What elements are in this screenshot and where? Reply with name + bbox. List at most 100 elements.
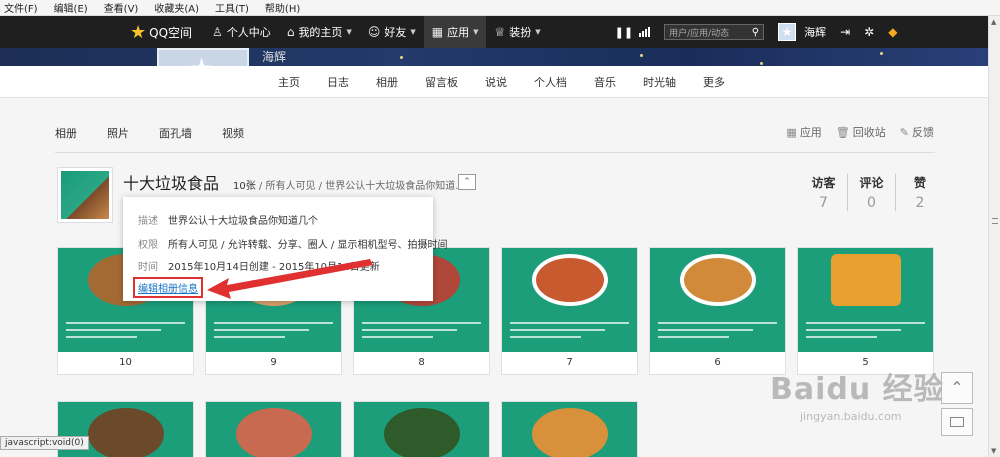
feedback-float-button[interactable] (941, 408, 973, 436)
tab-home[interactable]: 主页 (278, 74, 300, 90)
photo-card[interactable]: 7 (501, 247, 638, 375)
album-desc-short: 世界公认十大垃圾食品你知道... (325, 181, 465, 192)
album-meta: 10张 / 所有人可见 / 世界公认十大垃圾食品你知道... (233, 181, 465, 192)
logout-icon[interactable]: ⇥ (840, 25, 850, 39)
apps-icon: ▦ (786, 125, 797, 139)
photo-card[interactable] (205, 401, 342, 457)
photo-number: 6 (714, 357, 721, 368)
photo-card[interactable]: 5 (797, 247, 934, 375)
nav-my-home[interactable]: ⌂ 我的主页 ▼ (279, 16, 360, 48)
nav-personal-center[interactable]: ♙ 个人中心 (204, 16, 279, 48)
logo-text: QQ空间 (149, 25, 193, 40)
apps-label: 应用 (799, 126, 822, 139)
scroll-grip[interactable] (992, 218, 998, 224)
nav-label: 应用 (447, 26, 470, 39)
browser-menubar: 文件(F) 编辑(E) 查看(V) 收藏夹(A) 工具(T) 帮助(H) (0, 0, 1000, 16)
signal-bars-icon[interactable] (639, 27, 651, 37)
tab-shuoshuo[interactable]: 说说 (485, 74, 507, 90)
photo-count: 10张 (233, 181, 256, 192)
shirt-icon: ♕ (494, 25, 506, 39)
nav-label: 好友 (384, 26, 407, 39)
album-title: 十大垃圾食品 (123, 174, 220, 193)
banner-name: 海辉 (262, 50, 287, 64)
username[interactable]: 海辉 (804, 24, 826, 40)
trash-icon: 🗑 (835, 125, 850, 139)
menu-tools[interactable]: 工具(T) (215, 0, 249, 15)
home-icon: ⌂ (286, 25, 295, 39)
search-input[interactable]: 用户/应用/动态 ⚲ (664, 24, 765, 40)
edit-album-info-link[interactable]: 编辑相册信息 (133, 277, 203, 298)
caret-down-icon: ▼ (535, 28, 541, 36)
photo-card[interactable]: 6 (649, 247, 786, 375)
apps-button[interactable]: ▦ 应用 (786, 124, 821, 140)
photo-card[interactable] (501, 401, 638, 457)
stat-likes[interactable]: 赞 2 (896, 174, 944, 211)
scroll-down-icon[interactable]: ▼ (991, 447, 996, 455)
subtab-photos[interactable]: 照片 (107, 125, 129, 141)
photo-number: 10 (119, 357, 132, 368)
album-cover-thumb[interactable] (57, 167, 113, 223)
popup-desc-row: 描述 世界公认十大垃圾食品你知道几个 (138, 216, 318, 227)
album-actions: ▦ 应用 🗑 回收站 ✎ 反馈 (772, 124, 934, 140)
top-navigation: ★ QQ空间 ♙ 个人中心 ⌂ 我的主页 ▼ ☺ 好友 ▼ ▦ 应用 ▼ ♕ 装… (0, 16, 988, 48)
message-icon (950, 417, 964, 427)
tab-music[interactable]: 音乐 (594, 74, 616, 90)
star-logo-icon: ★ (130, 21, 147, 43)
nav-friends[interactable]: ☺ 好友 ▼ (360, 16, 424, 48)
subtab-albums[interactable]: 相册 (55, 125, 77, 141)
apps-grid-icon: ▦ (431, 25, 444, 39)
feedback-button[interactable]: ✎ 反馈 (900, 124, 934, 140)
scrollbar[interactable]: ▲ ▼ (988, 16, 1000, 457)
stat-visitors[interactable]: 访客 7 (800, 174, 848, 211)
caret-down-icon: ▼ (473, 28, 479, 36)
nav-label: 我的主页 (298, 26, 343, 39)
photo-number: 9 (270, 357, 277, 368)
gear-icon[interactable]: ✲ (864, 25, 874, 39)
caret-down-icon: ▼ (410, 28, 416, 36)
collapse-button[interactable]: ⌃ (458, 174, 476, 190)
subtab-videos[interactable]: 视频 (222, 125, 244, 141)
scroll-up-icon[interactable]: ▲ (991, 18, 996, 26)
popup-perm-row: 权限 所有人可见 / 允许转载、分享、圈人 / 显示相机型号、拍摄时间 (138, 240, 448, 251)
tab-timeline[interactable]: 时光轴 (643, 74, 676, 90)
qzone-logo[interactable]: ★ QQ空间 (130, 22, 192, 43)
profile-tabs: 主页 日志 相册 留言板 说说 个人档 音乐 时光轴 更多 (0, 66, 988, 98)
photo-number: 7 (566, 357, 573, 368)
person-icon: ♙ (212, 25, 223, 39)
nav-apps[interactable]: ▦ 应用 ▼ (423, 16, 487, 48)
album-stats: 访客 7 评论 0 赞 2 (800, 174, 944, 211)
chevron-up-icon: ⌃ (950, 378, 964, 397)
album-subtabs: 相册 照片 面孔墙 视频 (55, 125, 274, 141)
red-arrow-annotation (207, 259, 373, 299)
feedback-icon: ✎ (899, 125, 909, 139)
tab-guestbook[interactable]: 留言板 (425, 74, 458, 90)
tab-profile[interactable]: 个人档 (534, 74, 567, 90)
browser-status-bar: javascript:void(0) (0, 436, 89, 450)
pause-icon[interactable]: ❚❚ (615, 26, 633, 39)
recycle-bin-button[interactable]: 🗑 回收站 (836, 124, 886, 140)
menu-file[interactable]: 文件(F) (4, 0, 38, 15)
menu-help[interactable]: 帮助(H) (265, 0, 300, 15)
baidu-watermark: Baidu 经验 jingyan.baidu.com (770, 372, 945, 423)
tab-blog[interactable]: 日志 (327, 74, 349, 90)
search-placeholder: 用户/应用/动态 (669, 28, 730, 39)
stat-comments[interactable]: 评论 0 (848, 174, 896, 211)
back-to-top-button[interactable]: ⌃ (941, 372, 973, 404)
feedback-label: 反馈 (912, 126, 934, 139)
menu-edit[interactable]: 编辑(E) (54, 0, 88, 15)
search-icon[interactable]: ⚲ (752, 27, 759, 38)
menu-view[interactable]: 查看(V) (104, 0, 139, 15)
menu-favorites[interactable]: 收藏夹(A) (154, 0, 199, 15)
friends-icon: ☺ (367, 25, 381, 39)
nav-decorate[interactable]: ♕ 装扮 ▼ (486, 16, 548, 48)
nav-label: 个人中心 (226, 26, 271, 39)
recycle-bin-label: 回收站 (852, 126, 886, 139)
photo-card[interactable] (353, 401, 490, 457)
subtab-faces[interactable]: 面孔墙 (159, 125, 192, 141)
avatar[interactable]: ★ (778, 23, 797, 41)
caret-down-icon: ▼ (346, 28, 352, 36)
tab-more[interactable]: 更多 (703, 74, 725, 90)
photo-number: 8 (418, 357, 425, 368)
diamond-icon[interactable]: ◆ (888, 25, 897, 39)
tab-album[interactable]: 相册 (376, 74, 398, 90)
